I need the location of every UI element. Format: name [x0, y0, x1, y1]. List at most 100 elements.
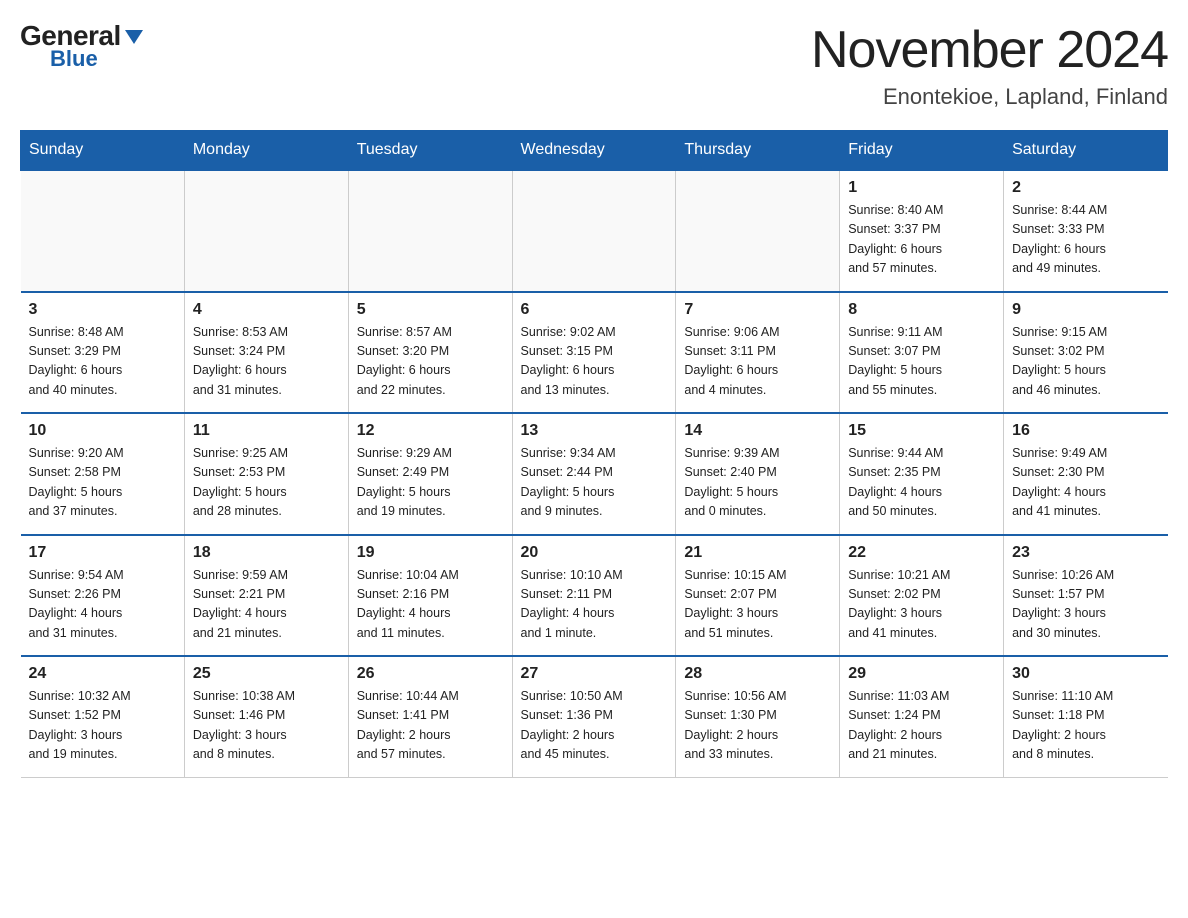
day-number: 12 [357, 422, 504, 440]
day-number: 11 [193, 422, 340, 440]
day-number: 23 [1012, 544, 1159, 562]
table-row: 25 Sunrise: 10:38 AM Sunset: 1:46 PM Dayl… [184, 656, 348, 777]
day-info: Sunrise: 9:29 AM Sunset: 2:49 PM Dayligh… [357, 444, 504, 522]
header-wednesday: Wednesday [512, 131, 676, 171]
day-info: Sunrise: 10:04 AM Sunset: 2:16 PM Daylig… [357, 566, 504, 644]
table-row [512, 170, 676, 292]
day-number: 30 [1012, 665, 1159, 683]
day-info: Sunrise: 10:44 AM Sunset: 1:41 PM Daylig… [357, 687, 504, 765]
calendar-week-row: 1 Sunrise: 8:40 AM Sunset: 3:37 PM Daylig… [21, 170, 1168, 292]
day-info: Sunrise: 10:26 AM Sunset: 1:57 PM Daylig… [1012, 566, 1159, 644]
day-number: 22 [848, 544, 995, 562]
table-row: 21 Sunrise: 10:15 AM Sunset: 2:07 PM Dayl… [676, 535, 840, 657]
calendar-table: Sunday Monday Tuesday Wednesday Thursday… [20, 130, 1168, 778]
day-info: Sunrise: 10:50 AM Sunset: 1:36 PM Daylig… [521, 687, 668, 765]
table-row: 24Sunrise: 10:32 AM Sunset: 1:52 PM Dayl… [21, 656, 185, 777]
day-info: Sunrise: 9:44 AM Sunset: 2:35 PM Dayligh… [848, 444, 995, 522]
day-info: Sunrise: 9:20 AM Sunset: 2:58 PM Dayligh… [29, 444, 176, 522]
day-number: 10 [29, 422, 176, 440]
day-number: 4 [193, 301, 340, 319]
logo: General Blue [20, 20, 145, 72]
table-row: 22 Sunrise: 10:21 AM Sunset: 2:02 PM Dayl… [840, 535, 1004, 657]
day-info: Sunrise: 11:03 AM Sunset: 1:24 PM Daylig… [848, 687, 995, 765]
header-tuesday: Tuesday [348, 131, 512, 171]
day-info: Sunrise: 10:10 AM Sunset: 2:11 PM Daylig… [521, 566, 668, 644]
day-info: Sunrise: 9:49 AM Sunset: 2:30 PM Dayligh… [1012, 444, 1159, 522]
weekday-header-row: Sunday Monday Tuesday Wednesday Thursday… [21, 131, 1168, 171]
table-row: 2 Sunrise: 8:44 AM Sunset: 3:33 PM Daylig… [1004, 170, 1168, 292]
day-info: Sunrise: 9:25 AM Sunset: 2:53 PM Dayligh… [193, 444, 340, 522]
table-row: 18Sunrise: 9:59 AM Sunset: 2:21 PM Dayli… [184, 535, 348, 657]
day-number: 6 [521, 301, 668, 319]
header-sunday: Sunday [21, 131, 185, 171]
table-row: 4 Sunrise: 8:53 AM Sunset: 3:24 PM Daylig… [184, 292, 348, 414]
table-row: 28 Sunrise: 10:56 AM Sunset: 1:30 PM Dayl… [676, 656, 840, 777]
table-row: 11 Sunrise: 9:25 AM Sunset: 2:53 PM Dayli… [184, 413, 348, 535]
day-info: Sunrise: 11:10 AM Sunset: 1:18 PM Daylig… [1012, 687, 1159, 765]
table-row: 8Sunrise: 9:11 AM Sunset: 3:07 PM Daylig… [840, 292, 1004, 414]
calendar-week-row: 24Sunrise: 10:32 AM Sunset: 1:52 PM Dayl… [21, 656, 1168, 777]
day-number: 24 [29, 665, 176, 683]
table-row: 7 Sunrise: 9:06 AM Sunset: 3:11 PM Daylig… [676, 292, 840, 414]
day-number: 14 [684, 422, 831, 440]
table-row: 23 Sunrise: 10:26 AM Sunset: 1:57 PM Dayl… [1004, 535, 1168, 657]
title-block: November 2024 Enontekioe, Lapland, Finla… [811, 20, 1168, 110]
day-info: Sunrise: 9:06 AM Sunset: 3:11 PM Dayligh… [684, 323, 831, 401]
day-info: Sunrise: 8:57 AM Sunset: 3:20 PM Dayligh… [357, 323, 504, 401]
table-row: 15Sunrise: 9:44 AM Sunset: 2:35 PM Dayli… [840, 413, 1004, 535]
day-info: Sunrise: 10:38 AM Sunset: 1:46 PM Daylig… [193, 687, 340, 765]
day-info: Sunrise: 8:53 AM Sunset: 3:24 PM Dayligh… [193, 323, 340, 401]
day-info: Sunrise: 9:11 AM Sunset: 3:07 PM Dayligh… [848, 323, 995, 401]
calendar-week-row: 10 Sunrise: 9:20 AM Sunset: 2:58 PM Dayli… [21, 413, 1168, 535]
day-number: 5 [357, 301, 504, 319]
logo-blue-text: Blue [50, 46, 98, 72]
table-row [21, 170, 185, 292]
day-info: Sunrise: 10:21 AM Sunset: 2:02 PM Daylig… [848, 566, 995, 644]
day-number: 1 [848, 179, 995, 197]
table-row [676, 170, 840, 292]
day-info: Sunrise: 9:02 AM Sunset: 3:15 PM Dayligh… [521, 323, 668, 401]
day-number: 7 [684, 301, 831, 319]
table-row: 29 Sunrise: 11:03 AM Sunset: 1:24 PM Dayl… [840, 656, 1004, 777]
table-row: 20 Sunrise: 10:10 AM Sunset: 2:11 PM Dayl… [512, 535, 676, 657]
day-number: 2 [1012, 179, 1159, 197]
table-row: 26 Sunrise: 10:44 AM Sunset: 1:41 PM Dayl… [348, 656, 512, 777]
calendar-week-row: 17Sunrise: 9:54 AM Sunset: 2:26 PM Dayli… [21, 535, 1168, 657]
table-row: 30 Sunrise: 11:10 AM Sunset: 1:18 PM Dayl… [1004, 656, 1168, 777]
day-number: 21 [684, 544, 831, 562]
day-info: Sunrise: 8:44 AM Sunset: 3:33 PM Dayligh… [1012, 201, 1159, 279]
table-row: 9 Sunrise: 9:15 AM Sunset: 3:02 PM Daylig… [1004, 292, 1168, 414]
day-number: 9 [1012, 301, 1159, 319]
day-number: 25 [193, 665, 340, 683]
table-row: 17Sunrise: 9:54 AM Sunset: 2:26 PM Dayli… [21, 535, 185, 657]
day-info: Sunrise: 9:54 AM Sunset: 2:26 PM Dayligh… [29, 566, 176, 644]
day-number: 16 [1012, 422, 1159, 440]
day-info: Sunrise: 10:15 AM Sunset: 2:07 PM Daylig… [684, 566, 831, 644]
day-info: Sunrise: 9:15 AM Sunset: 3:02 PM Dayligh… [1012, 323, 1159, 401]
table-row: 16 Sunrise: 9:49 AM Sunset: 2:30 PM Dayli… [1004, 413, 1168, 535]
day-number: 19 [357, 544, 504, 562]
calendar-week-row: 3 Sunrise: 8:48 AM Sunset: 3:29 PM Daylig… [21, 292, 1168, 414]
calendar-subtitle: Enontekioe, Lapland, Finland [811, 84, 1168, 110]
table-row: 6 Sunrise: 9:02 AM Sunset: 3:15 PM Daylig… [512, 292, 676, 414]
table-row: 19 Sunrise: 10:04 AM Sunset: 2:16 PM Dayl… [348, 535, 512, 657]
day-number: 18 [193, 544, 340, 562]
page-header: General Blue November 2024 Enontekioe, L… [20, 20, 1168, 110]
day-number: 27 [521, 665, 668, 683]
day-info: Sunrise: 8:48 AM Sunset: 3:29 PM Dayligh… [29, 323, 176, 401]
day-number: 26 [357, 665, 504, 683]
table-row: 5 Sunrise: 8:57 AM Sunset: 3:20 PM Daylig… [348, 292, 512, 414]
day-number: 28 [684, 665, 831, 683]
table-row [348, 170, 512, 292]
table-row [184, 170, 348, 292]
day-info: Sunrise: 10:56 AM Sunset: 1:30 PM Daylig… [684, 687, 831, 765]
header-thursday: Thursday [676, 131, 840, 171]
day-number: 3 [29, 301, 176, 319]
day-number: 13 [521, 422, 668, 440]
day-number: 20 [521, 544, 668, 562]
day-info: Sunrise: 8:40 AM Sunset: 3:37 PM Dayligh… [848, 201, 995, 279]
day-info: Sunrise: 9:34 AM Sunset: 2:44 PM Dayligh… [521, 444, 668, 522]
table-row: 3 Sunrise: 8:48 AM Sunset: 3:29 PM Daylig… [21, 292, 185, 414]
header-saturday: Saturday [1004, 131, 1168, 171]
day-number: 29 [848, 665, 995, 683]
